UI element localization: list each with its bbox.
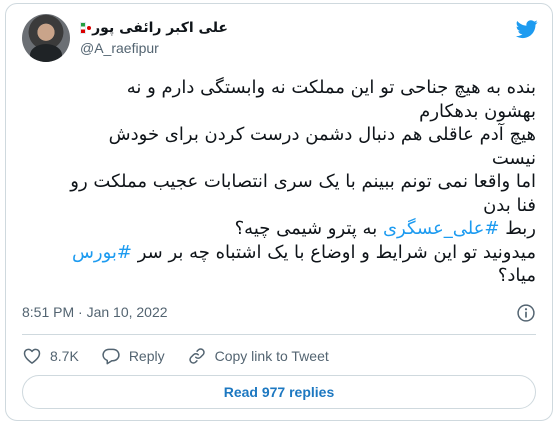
hashtag-link[interactable]: #علی_عسگری: [383, 218, 500, 239]
reply-label: Reply: [128, 348, 165, 364]
like-button[interactable]: 8.7K: [22, 346, 79, 366]
tweet-text-fragment: میدونید تو این شرایط و اوضاع با یک اشتبا…: [132, 241, 536, 263]
author-name-row[interactable]: علی اکبر رائفی پور: [80, 18, 228, 38]
like-count: 8.7K: [50, 348, 79, 364]
tweet-line: میدونید تو این شرایط و اوضاع با یک اشتبا…: [22, 241, 536, 265]
author-handle[interactable]: @A_raefipur: [80, 40, 280, 56]
divider: [22, 334, 536, 335]
reply-button[interactable]: Reply: [101, 346, 165, 366]
copy-link-button[interactable]: Copy link to Tweet: [187, 346, 329, 366]
tweet-line: ربط #علی_عسگری به پترو شیمی چیه؟: [22, 217, 536, 241]
info-icon[interactable]: [516, 303, 536, 323]
heart-icon: [23, 348, 41, 364]
tweet-line: هیچ آدم عاقلی هم دنبال دشمن درست کردن بر…: [108, 124, 536, 145]
link-icon: [188, 348, 205, 364]
tweet-line: بهشون بدهکارم: [419, 100, 536, 122]
reply-bubble-icon: [102, 348, 120, 365]
hashtag-link[interactable]: #بورس: [72, 242, 132, 263]
twitter-bird-icon[interactable]: [514, 18, 540, 40]
tweet-line: اما واقعا نمی تونم ببینم با یک سری انتصا…: [70, 171, 536, 192]
author-display-name[interactable]: علی اکبر رائفی پور: [92, 20, 228, 36]
tweet-card: علی اکبر رائفی پور @A_raefipur بنده به ه…: [5, 3, 553, 421]
tweet-line: بنده به هیچ جناحی تو این مملکت نه وابستگ…: [126, 77, 536, 98]
tweet-text: بنده به هیچ جناحی تو این مملکت نه وابستگ…: [22, 76, 536, 288]
avatar[interactable]: [22, 14, 70, 62]
iran-flag-icon: [80, 22, 92, 34]
tweet-text-fragment: ربط: [499, 218, 536, 239]
tweet-timestamp[interactable]: 8:51 PM · Jan 10, 2022: [22, 304, 168, 320]
tweet-line: میاد؟: [497, 265, 536, 286]
tweet-line: نیست: [491, 147, 536, 169]
copy-link-label: Copy link to Tweet: [214, 348, 329, 364]
author-block: علی اکبر رائفی پور @A_raefipur: [80, 18, 280, 56]
tweet-actions: 8.7K Reply Copy link to Tweet: [22, 344, 351, 368]
tweet-line: فنا بدن: [483, 194, 536, 216]
tweet-text-fragment: به پترو شیمی چیه؟: [234, 218, 383, 239]
read-replies-button[interactable]: Read 977 replies: [22, 375, 536, 409]
